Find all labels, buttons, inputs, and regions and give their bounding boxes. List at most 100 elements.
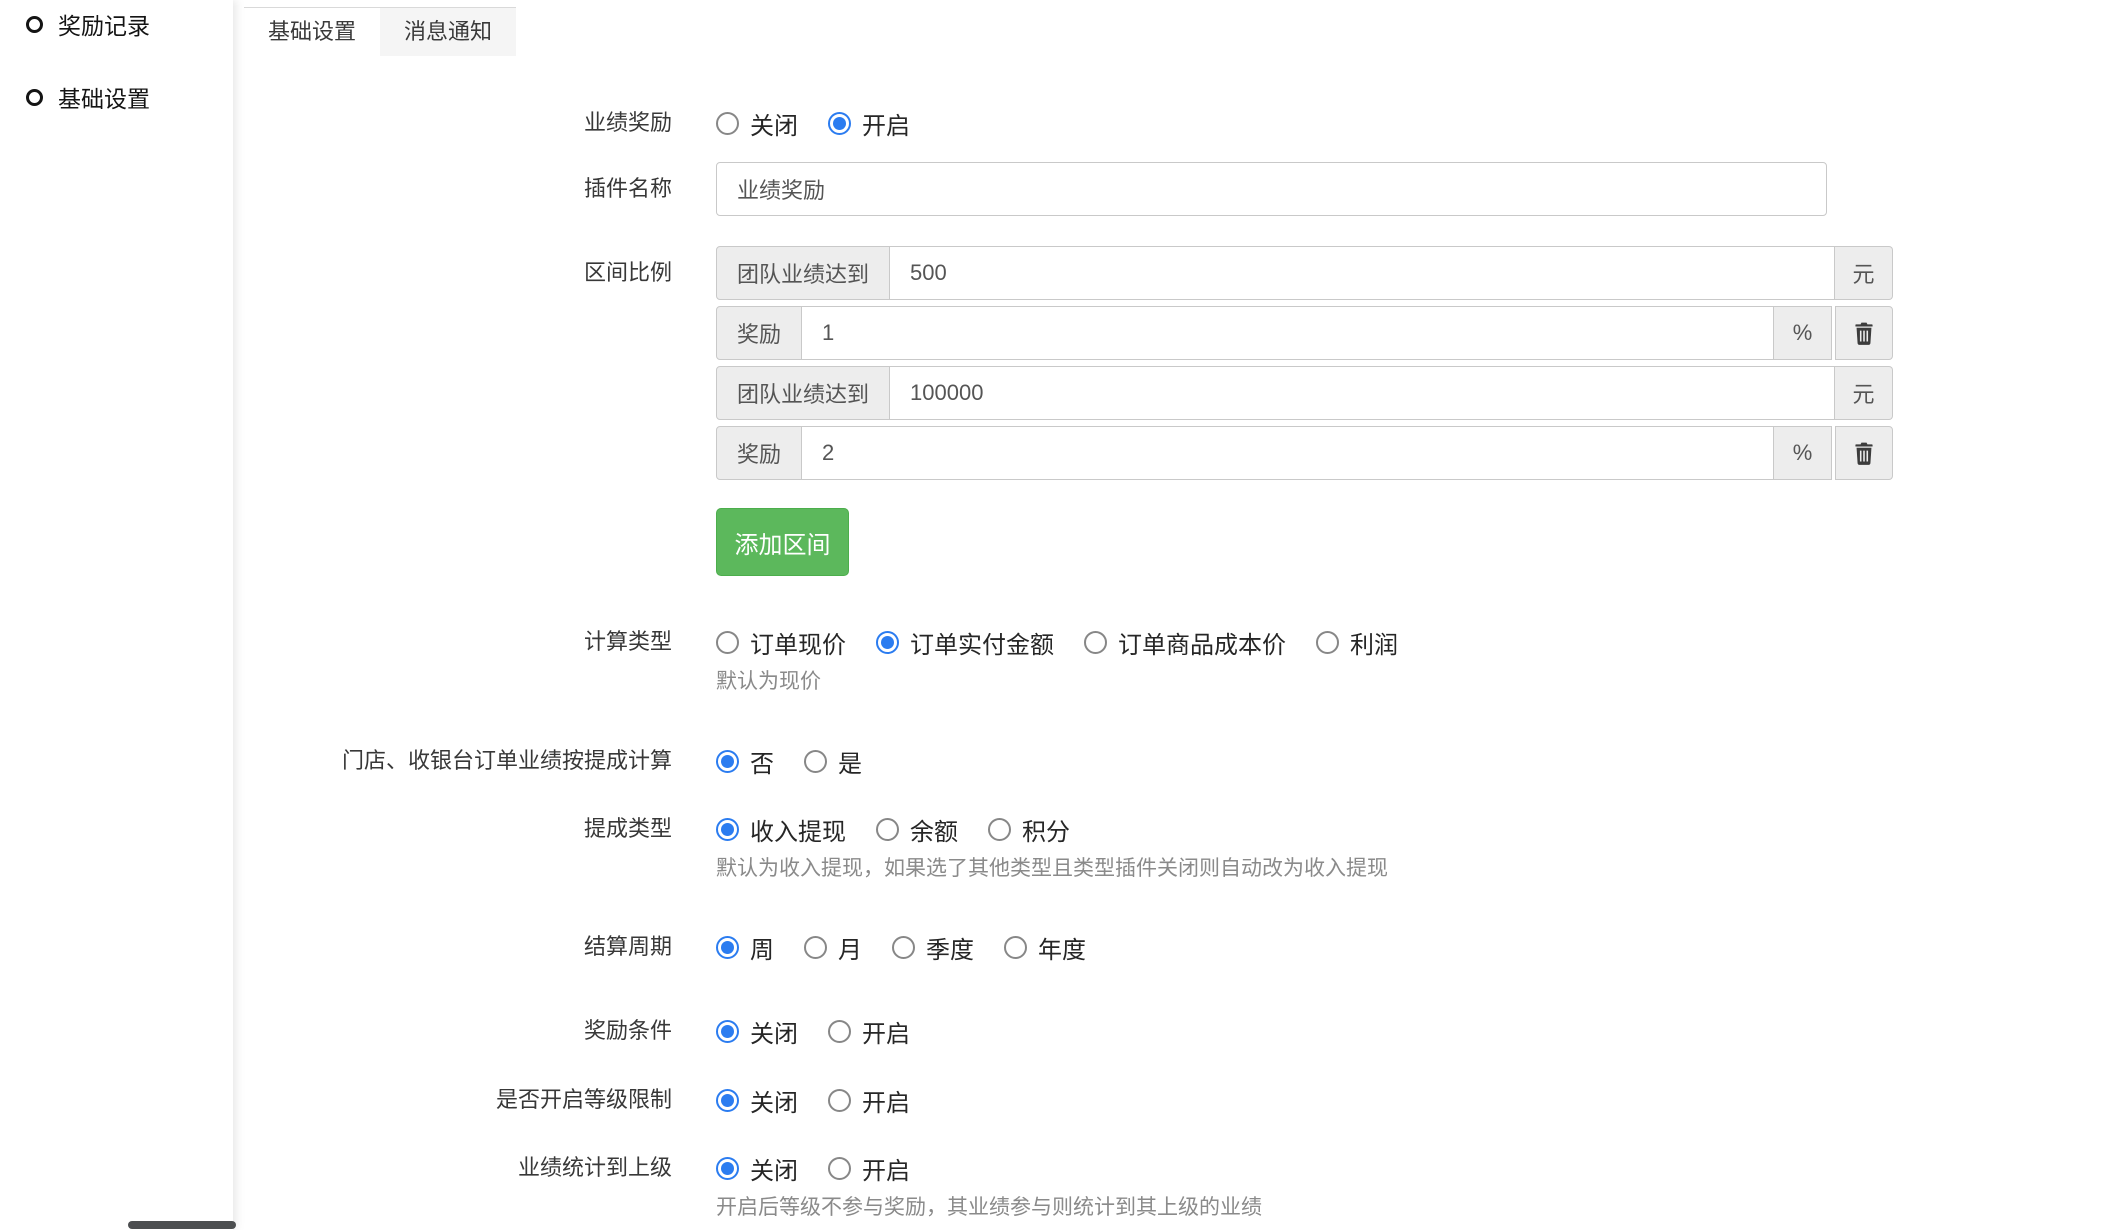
radio-option[interactable]: 否 xyxy=(716,744,774,779)
radio-icon[interactable] xyxy=(876,818,899,841)
input-prefix-addon: 团队业绩达到 xyxy=(716,366,890,420)
field-hint: 默认为现价 xyxy=(716,668,1398,696)
trash-icon xyxy=(1854,322,1874,345)
radio-option-label: 否 xyxy=(750,744,774,779)
radio-option-label: 利润 xyxy=(1350,625,1398,660)
delete-interval-button[interactable] xyxy=(1835,306,1893,360)
radio-option[interactable]: 订单实付金额 xyxy=(876,625,1054,660)
app-window: 奖励记录 基础设置 基础设置 消息通知 业绩奖励 关闭开启 插件名称 区间比例 … xyxy=(0,0,2112,1230)
field-label: 插件名称 xyxy=(237,172,672,206)
field-label: 门店、收银台订单业绩按提成计算 xyxy=(237,744,672,778)
interval-value-input[interactable] xyxy=(890,246,1835,300)
radio-option[interactable]: 关闭 xyxy=(716,106,798,141)
radio-option[interactable]: 周 xyxy=(716,930,774,965)
form-row-commission-type: 提成类型 收入提现余额积分 默认为收入提现，如果选了其他类型且类型插件关闭则自动… xyxy=(237,812,2112,883)
radio-icon[interactable] xyxy=(804,936,827,959)
radio-option[interactable]: 是 xyxy=(804,744,862,779)
radio-option-label: 年度 xyxy=(1038,930,1086,965)
form-row-level-limit: 是否开启等级限制 关闭 开启 xyxy=(237,1083,2112,1117)
radio-option[interactable]: 开启 xyxy=(828,1151,910,1186)
field-hint: 开启后等级不参与奖励，其业绩参与则统计到其上级的业绩 xyxy=(716,1194,1262,1222)
radio-option[interactable]: 订单现价 xyxy=(716,625,846,660)
form-row-store-commission: 门店、收银台订单业绩按提成计算 否 是 xyxy=(237,744,2112,778)
radio-option-label: 月 xyxy=(838,930,862,965)
radio-selected-icon[interactable] xyxy=(716,936,739,959)
radio-icon[interactable] xyxy=(828,1089,851,1112)
radio-option[interactable]: 余额 xyxy=(876,812,958,847)
input-prefix-addon: 奖励 xyxy=(716,306,802,360)
radio-icon[interactable] xyxy=(804,750,827,773)
radio-option-label: 关闭 xyxy=(750,106,798,141)
radio-option[interactable]: 利润 xyxy=(1316,625,1398,660)
horizontal-scrollbar-thumb[interactable] xyxy=(128,1221,236,1229)
tab-bar: 基础设置 消息通知 xyxy=(244,7,516,56)
radio-icon[interactable] xyxy=(892,936,915,959)
tab-basic-settings[interactable]: 基础设置 xyxy=(244,8,380,56)
tab-message-notify[interactable]: 消息通知 xyxy=(380,8,516,56)
sidebar-item-reward-records[interactable]: 奖励记录 xyxy=(0,8,233,40)
radio-icon[interactable] xyxy=(716,631,739,654)
radio-option[interactable]: 开启 xyxy=(828,1014,910,1049)
radio-icon[interactable] xyxy=(1084,631,1107,654)
field-label: 提成类型 xyxy=(237,812,672,846)
circle-icon xyxy=(26,16,43,33)
sidebar-item-label: 奖励记录 xyxy=(58,7,150,41)
field-label: 奖励条件 xyxy=(237,1014,672,1048)
form-row-interval-ratio: 区间比例 团队业绩达到元奖励%团队业绩达到元奖励% xyxy=(237,246,2112,480)
radio-selected-icon[interactable] xyxy=(828,112,851,135)
interval-input-group: 团队业绩达到 元 xyxy=(716,366,1893,420)
plugin-name-input[interactable] xyxy=(716,162,1827,216)
radio-option[interactable]: 开启 xyxy=(828,106,910,141)
field-label: 业绩奖励 xyxy=(237,106,672,140)
delete-interval-button[interactable] xyxy=(1835,426,1893,480)
radio-option[interactable]: 收入提现 xyxy=(716,812,846,847)
radio-option-label: 是 xyxy=(838,744,862,779)
radio-selected-icon[interactable] xyxy=(716,1157,739,1180)
radio-option[interactable]: 积分 xyxy=(988,812,1070,847)
form-row-plugin-name: 插件名称 xyxy=(237,162,2112,216)
radio-option[interactable]: 月 xyxy=(804,930,862,965)
radio-icon[interactable] xyxy=(988,818,1011,841)
radio-option[interactable]: 订单商品成本价 xyxy=(1084,625,1286,660)
radio-icon[interactable] xyxy=(828,1020,851,1043)
radio-selected-icon[interactable] xyxy=(876,631,899,654)
settings-panel: 基础设置 消息通知 业绩奖励 关闭开启 插件名称 区间比例 团队业绩达到元奖励%… xyxy=(237,0,2112,1230)
radio-option-label: 周 xyxy=(750,930,774,965)
input-unit-addon: % xyxy=(1774,306,1832,360)
form-row-reward-condition: 奖励条件 关闭 开启 xyxy=(237,1014,2112,1048)
radio-option[interactable]: 季度 xyxy=(892,930,974,965)
radio-option[interactable]: 关闭 xyxy=(716,1083,798,1118)
interval-value-input[interactable] xyxy=(802,426,1774,480)
radio-option-label: 开启 xyxy=(862,1083,910,1118)
radio-group-performance-reward: 关闭开启 xyxy=(716,106,910,140)
circle-icon xyxy=(26,89,43,106)
radio-selected-icon[interactable] xyxy=(716,750,739,773)
form-row-calc-type: 计算类型 订单现价订单实付金额订单商品成本价利润 默认为现价 xyxy=(237,625,2112,696)
radio-group-level-limit: 关闭 开启 xyxy=(716,1083,910,1117)
form-row-performance-reward: 业绩奖励 关闭开启 xyxy=(237,106,2112,140)
radio-selected-icon[interactable] xyxy=(716,1020,739,1043)
input-unit-addon: 元 xyxy=(1835,246,1893,300)
radio-icon[interactable] xyxy=(1316,631,1339,654)
radio-option[interactable]: 关闭 xyxy=(716,1014,798,1049)
radio-icon[interactable] xyxy=(1004,936,1027,959)
radio-selected-icon[interactable] xyxy=(716,818,739,841)
radio-option-label: 开启 xyxy=(862,1151,910,1186)
add-interval-button[interactable]: 添加区间 xyxy=(716,508,849,576)
input-prefix-addon: 团队业绩达到 xyxy=(716,246,890,300)
input-prefix-addon: 奖励 xyxy=(716,426,802,480)
radio-option-label: 开启 xyxy=(862,1014,910,1049)
sidebar-item-basic-settings[interactable]: 基础设置 xyxy=(0,81,233,113)
radio-option[interactable]: 关闭 xyxy=(716,1151,798,1186)
radio-icon[interactable] xyxy=(716,112,739,135)
radio-icon[interactable] xyxy=(828,1157,851,1180)
radio-option-label: 关闭 xyxy=(750,1014,798,1049)
radio-option-label: 订单现价 xyxy=(750,625,846,660)
input-unit-addon: 元 xyxy=(1835,366,1893,420)
radio-option[interactable]: 年度 xyxy=(1004,930,1086,965)
interval-value-input[interactable] xyxy=(890,366,1835,420)
interval-value-input[interactable] xyxy=(802,306,1774,360)
radio-selected-icon[interactable] xyxy=(716,1089,739,1112)
field-label: 是否开启等级限制 xyxy=(237,1083,672,1117)
radio-option[interactable]: 开启 xyxy=(828,1083,910,1118)
